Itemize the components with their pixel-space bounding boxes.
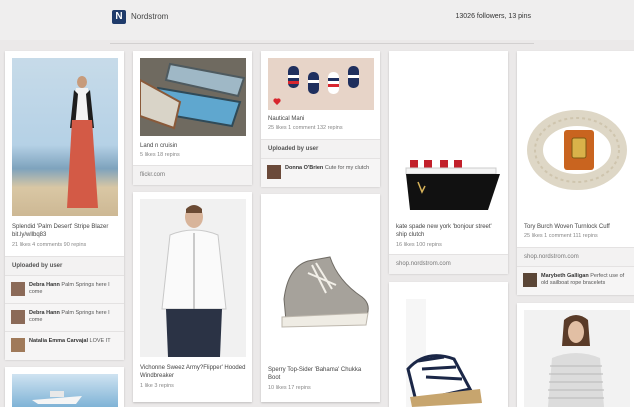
comment-author[interactable]: Natalia Emma Carvajal	[29, 338, 88, 344]
pin-meta: 25 likes 1 comment 111 repins	[524, 233, 598, 239]
pin-image[interactable]	[524, 58, 630, 216]
pin-image[interactable]	[524, 310, 630, 407]
board-stats: 13026 followers, 13 pins	[455, 13, 532, 20]
pin-meta: 1 like 3 repins	[140, 383, 174, 389]
pin-striped-top[interactable]	[517, 303, 634, 407]
woman-striped-top-image	[548, 315, 604, 407]
comment-author[interactable]: Debra Hann	[29, 282, 60, 288]
comment: Marybeth Galligan Perfect use of old sai…	[517, 266, 634, 295]
pin-description: Vichonne Sweez Army?Flipper' Hooded Wind…	[140, 365, 246, 379]
rowboats-image	[140, 62, 246, 130]
pin-image[interactable]	[12, 374, 118, 407]
pin-image[interactable]	[268, 58, 374, 110]
striped-espadrille-image	[406, 299, 482, 407]
pin-description: Sperry Top-Sider 'Bahama' Chukka Boot	[268, 367, 362, 381]
comment: Debra Hann Palm Springs here I come	[5, 275, 124, 303]
pin-meta: 16 likes 100 repins	[396, 242, 442, 248]
pin-description: kate spade new york 'bonjour street' shi…	[396, 224, 492, 238]
gray-chukka-boot-image	[281, 256, 369, 328]
comment-author[interactable]: Marybeth Galligan	[541, 273, 589, 279]
avatar[interactable]	[11, 310, 25, 324]
header-divider	[110, 43, 534, 44]
comment-author[interactable]: Donna O'Brien	[285, 165, 323, 171]
pin-description: Splendid 'Palm Desert' Stripe Blazer bit…	[12, 224, 109, 238]
nail-art-image	[273, 66, 359, 105]
pin-description: Tory Burch Woven Turnlock Cuff	[524, 224, 610, 230]
avatar[interactable]	[523, 273, 537, 287]
pin-windbreaker[interactable]: Vichonne Sweez Army?Flipper' Hooded Wind…	[133, 192, 252, 402]
source-section: shop.nordstrom.com	[389, 254, 508, 274]
comment-text: LOVE IT	[89, 338, 111, 344]
source-section: shop.nordstrom.com	[517, 247, 634, 266]
pin-nautical-mani[interactable]: Nautical Mani 25 likes 1 comment 132 rep…	[261, 51, 380, 187]
comment: Debra Hann Palm Springs here I come	[5, 303, 124, 331]
woman-stripe-blazer-image	[67, 76, 98, 208]
pin-image[interactable]	[140, 58, 246, 136]
pin-description: Land n cruisin	[140, 143, 178, 149]
pin-chukka-boot[interactable]: Sperry Top-Sider 'Bahama' Chukka Boot 10…	[261, 194, 380, 402]
pin-espadrille[interactable]	[389, 282, 508, 407]
ship-clutch-image	[405, 160, 500, 210]
pin-source-link[interactable]: shop.nordstrom.com	[396, 261, 451, 267]
comment: Donna O'Brien Cute for my clutch	[261, 158, 380, 187]
uploaded-section: Uploaded by user	[5, 256, 124, 275]
pin-image[interactable]	[396, 289, 502, 407]
pin-boat[interactable]	[5, 367, 124, 407]
pin-ship-clutch[interactable]: kate spade new york 'bonjour street' shi…	[389, 51, 508, 274]
pin-source-link[interactable]: flickr.com	[140, 172, 165, 178]
pin-image[interactable]	[12, 58, 118, 216]
avatar[interactable]	[267, 165, 281, 179]
comment-author[interactable]: Debra Hann	[29, 310, 60, 316]
nordstrom-logo[interactable]: N	[112, 10, 126, 24]
pin-image[interactable]	[268, 201, 374, 359]
pin-image[interactable]	[140, 199, 246, 357]
pin-description: Nautical Mani	[268, 116, 305, 122]
pin-image[interactable]	[396, 58, 502, 216]
pin-blazer[interactable]: Splendid 'Palm Desert' Stripe Blazer bit…	[5, 51, 124, 360]
board-header: N Nordstrom 13026 followers, 13 pins	[0, 0, 634, 40]
uploaded-by-label: Uploaded by user	[268, 146, 319, 152]
board-name[interactable]: Nordstrom	[131, 12, 168, 21]
pin-meta: 25 likes 1 comment 132 repins	[268, 125, 343, 131]
pin-woven-cuff[interactable]: Tory Burch Woven Turnlock Cuff 25 likes …	[517, 51, 634, 295]
pin-meta: 10 likes 17 repins	[268, 385, 311, 391]
uploaded-section: Uploaded by user	[261, 139, 380, 158]
comment: Natalia Emma Carvajal LOVE IT	[5, 331, 124, 360]
avatar[interactable]	[11, 282, 25, 296]
uploaded-by-label: Uploaded by user	[12, 263, 63, 269]
pin-meta: 21 likes 4 comments 90 repins	[12, 242, 87, 248]
comment-text: Cute for my clutch	[324, 165, 370, 171]
source-section: flickr.com	[133, 165, 252, 185]
boat-image	[32, 391, 82, 404]
woven-cuff-image	[527, 110, 627, 190]
white-windbreaker-image	[161, 205, 227, 357]
avatar[interactable]	[11, 338, 25, 352]
pin-rowboats[interactable]: Land n cruisin 5 likes 18 repins flickr.…	[133, 51, 252, 185]
pin-meta: 5 likes 18 repins	[140, 152, 180, 158]
pin-source-link[interactable]: shop.nordstrom.com	[524, 254, 579, 260]
